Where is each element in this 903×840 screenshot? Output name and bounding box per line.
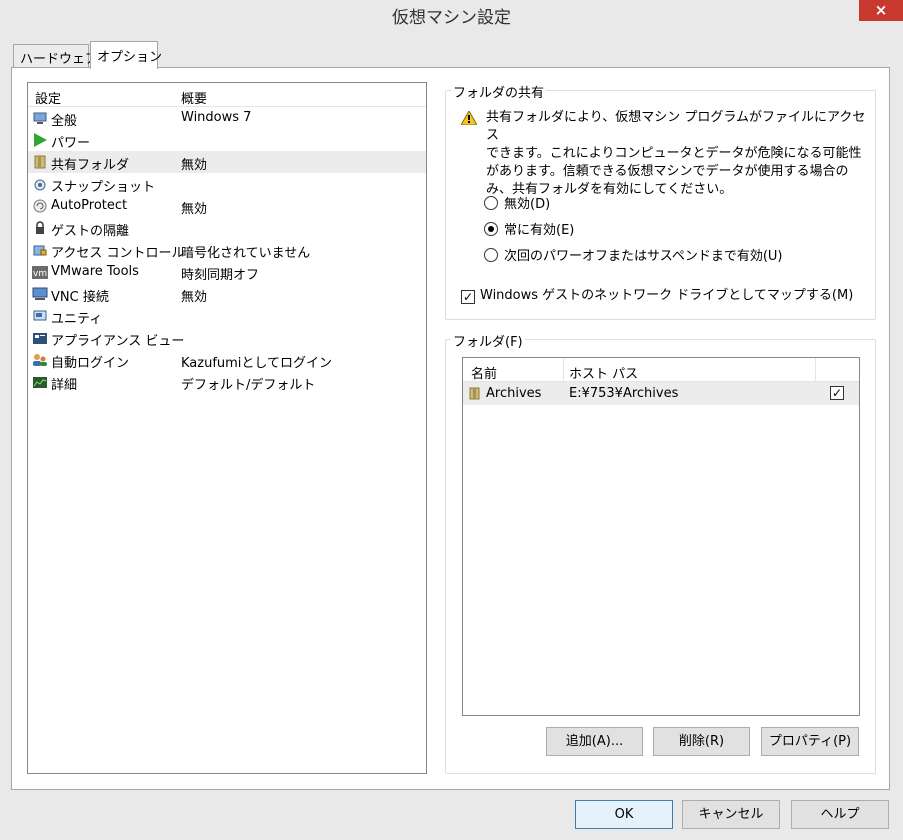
settings-list[interactable]: 設定 概要 全般 Windows 7 パワー 共有フォルダ 無効 スナップショッ… xyxy=(27,82,427,774)
settings-list-header: 設定 概要 xyxy=(28,83,426,107)
warning-line: 共有フォルダにより、仮想マシン プログラムがファイルにアクセス xyxy=(486,110,866,143)
settings-item-guest-isolation[interactable]: ゲストの隔離 xyxy=(28,217,426,239)
folder-sharing-group: フォルダの共有 共有フォルダにより、仮想マシン プログラムがファイルにアクセス … xyxy=(445,82,876,320)
settings-item-vnc[interactable]: VNC 接続 無効 xyxy=(28,283,426,305)
ok-button[interactable]: OK xyxy=(575,800,673,829)
settings-item-label: アクセス コントロール xyxy=(51,246,185,261)
warning-line: できます。これによりコンピュータとデータが危険になる可能性 xyxy=(486,146,862,161)
settings-item-unity[interactable]: ユニティ xyxy=(28,305,426,327)
radio-until-poweroff[interactable]: 次回のパワーオフまたはサスペンドまで有効(U) xyxy=(484,245,783,264)
settings-item-label: アプライアンス ビュー xyxy=(51,334,185,349)
settings-item-label: VMware Tools xyxy=(51,264,139,279)
folders-table-header: 名前 ホスト パス xyxy=(463,358,859,382)
cancel-button[interactable]: キャンセル xyxy=(682,800,780,829)
table-row[interactable]: Archives E:¥753¥Archives ✓ xyxy=(463,382,859,405)
tab-options[interactable]: オプション xyxy=(90,41,162,69)
header-summary[interactable]: 概要 xyxy=(181,88,207,107)
settings-item-general[interactable]: 全般 Windows 7 xyxy=(28,107,426,129)
header-name[interactable]: 名前 xyxy=(471,363,497,382)
checkbox[interactable]: ✓ xyxy=(461,290,475,304)
access-control-icon xyxy=(33,243,47,257)
settings-item-label: パワー xyxy=(51,136,91,151)
radio-disabled[interactable]: 無効(D) xyxy=(484,193,550,212)
unity-icon xyxy=(33,309,47,323)
column-separator[interactable] xyxy=(563,358,564,381)
users-icon xyxy=(32,353,48,367)
vmware-tools-icon: vm xyxy=(32,265,48,279)
play-icon xyxy=(33,133,47,147)
settings-item-label: 自動ログイン xyxy=(51,356,130,371)
settings-item-summary: 無効 xyxy=(181,158,208,173)
settings-item-label: VNC 接続 xyxy=(51,290,109,305)
settings-item-summary: 暗号化されていません xyxy=(181,246,311,261)
window-title: 仮想マシン設定 xyxy=(392,8,511,28)
radio-label: 常に有効(E) xyxy=(504,223,575,238)
folders-group: フォルダ(F) 名前 ホスト パス Archives E:¥753¥Archiv… xyxy=(445,331,876,774)
advanced-icon xyxy=(33,375,47,389)
settings-item-label: 共有フォルダ xyxy=(51,158,130,173)
autoprotect-icon xyxy=(33,199,47,213)
folder-sharing-title: フォルダの共有 xyxy=(451,82,547,101)
remove-button[interactable]: 削除(R) xyxy=(653,727,750,756)
folder-icon xyxy=(33,155,47,169)
properties-button[interactable]: プロパティ(P) xyxy=(761,727,859,756)
settings-item-summary: デフォルト/デフォルト xyxy=(181,378,316,393)
radio-label: 無効(D) xyxy=(504,197,551,212)
warning-line: があります。信頼できる仮想マシンでデータが使用する場合の xyxy=(486,164,849,179)
folders-table[interactable]: 名前 ホスト パス Archives E:¥753¥Archives ✓ xyxy=(462,357,860,716)
close-button[interactable]: × xyxy=(859,0,903,21)
settings-item-shared-folders[interactable]: 共有フォルダ 無効 xyxy=(28,151,426,173)
tab-hardware[interactable]: ハードウェア xyxy=(13,44,98,67)
settings-item-autoprotect[interactable]: AutoProtect 無効 xyxy=(28,195,426,217)
map-network-drive-checkbox[interactable]: ✓ Windows ゲストのネットワーク ドライブとしてマップする(M) xyxy=(461,284,853,304)
settings-item-power[interactable]: パワー xyxy=(28,129,426,151)
column-separator[interactable] xyxy=(815,358,816,381)
folder-enabled-checkbox[interactable]: ✓ xyxy=(830,386,844,400)
settings-item-summary: 時刻同期オフ xyxy=(181,268,260,283)
radio-button[interactable] xyxy=(484,196,498,210)
monitor-icon xyxy=(33,111,47,125)
radio-button[interactable] xyxy=(484,222,498,236)
settings-item-snapshot[interactable]: スナップショット xyxy=(28,173,426,195)
warning-icon xyxy=(460,109,478,129)
settings-item-label: スナップショット xyxy=(51,180,156,195)
radio-button[interactable] xyxy=(484,248,498,262)
settings-item-label: 全般 xyxy=(51,114,78,129)
folder-name: Archives xyxy=(486,386,542,401)
settings-item-label: ゲストの隔離 xyxy=(51,224,130,239)
settings-item-summary: Windows 7 xyxy=(181,110,252,125)
checkbox-label: Windows ゲストのネットワーク ドライブとしてマップする(M) xyxy=(480,288,854,303)
settings-item-summary: Kazufumiとしてログイン xyxy=(181,356,333,371)
title-bar: 仮想マシン設定 × xyxy=(0,0,903,30)
settings-item-auto-login[interactable]: 自動ログイン Kazufumiとしてログイン xyxy=(28,349,426,371)
settings-item-vmware-tools[interactable]: vm VMware Tools 時刻同期オフ xyxy=(28,261,426,283)
folder-host-path: E:¥753¥Archives xyxy=(569,386,679,401)
svg-text:vm: vm xyxy=(33,269,47,279)
lock-icon xyxy=(33,221,47,235)
settings-item-label: ユニティ xyxy=(51,312,103,327)
settings-item-advanced[interactable]: 詳細 デフォルト/デフォルト xyxy=(28,371,426,393)
appliance-icon xyxy=(33,331,47,345)
add-button[interactable]: 追加(A)... xyxy=(546,727,643,756)
folder-icon xyxy=(469,387,480,404)
settings-item-access-control[interactable]: アクセス コントロール 暗号化されていません xyxy=(28,239,426,261)
settings-item-label: 詳細 xyxy=(51,378,78,393)
radio-always-enabled[interactable]: 常に有効(E) xyxy=(484,219,574,238)
radio-label: 次回のパワーオフまたはサスペンドまで有効(U) xyxy=(504,249,783,264)
settings-item-summary: 無効 xyxy=(181,202,208,217)
header-host-path[interactable]: ホスト パス xyxy=(569,363,638,382)
settings-item-label: AutoProtect xyxy=(51,198,128,213)
vnc-icon xyxy=(32,287,48,301)
snapshot-icon xyxy=(33,177,47,191)
warning-text: 共有フォルダにより、仮想マシン プログラムがファイルにアクセス できます。これに… xyxy=(486,109,876,199)
folders-title: フォルダ(F) xyxy=(451,331,525,350)
help-button[interactable]: ヘルプ xyxy=(791,800,889,829)
settings-item-appliance-view[interactable]: アプライアンス ビュー xyxy=(28,327,426,349)
settings-item-summary: 無効 xyxy=(181,290,208,305)
header-setting[interactable]: 設定 xyxy=(35,88,61,107)
